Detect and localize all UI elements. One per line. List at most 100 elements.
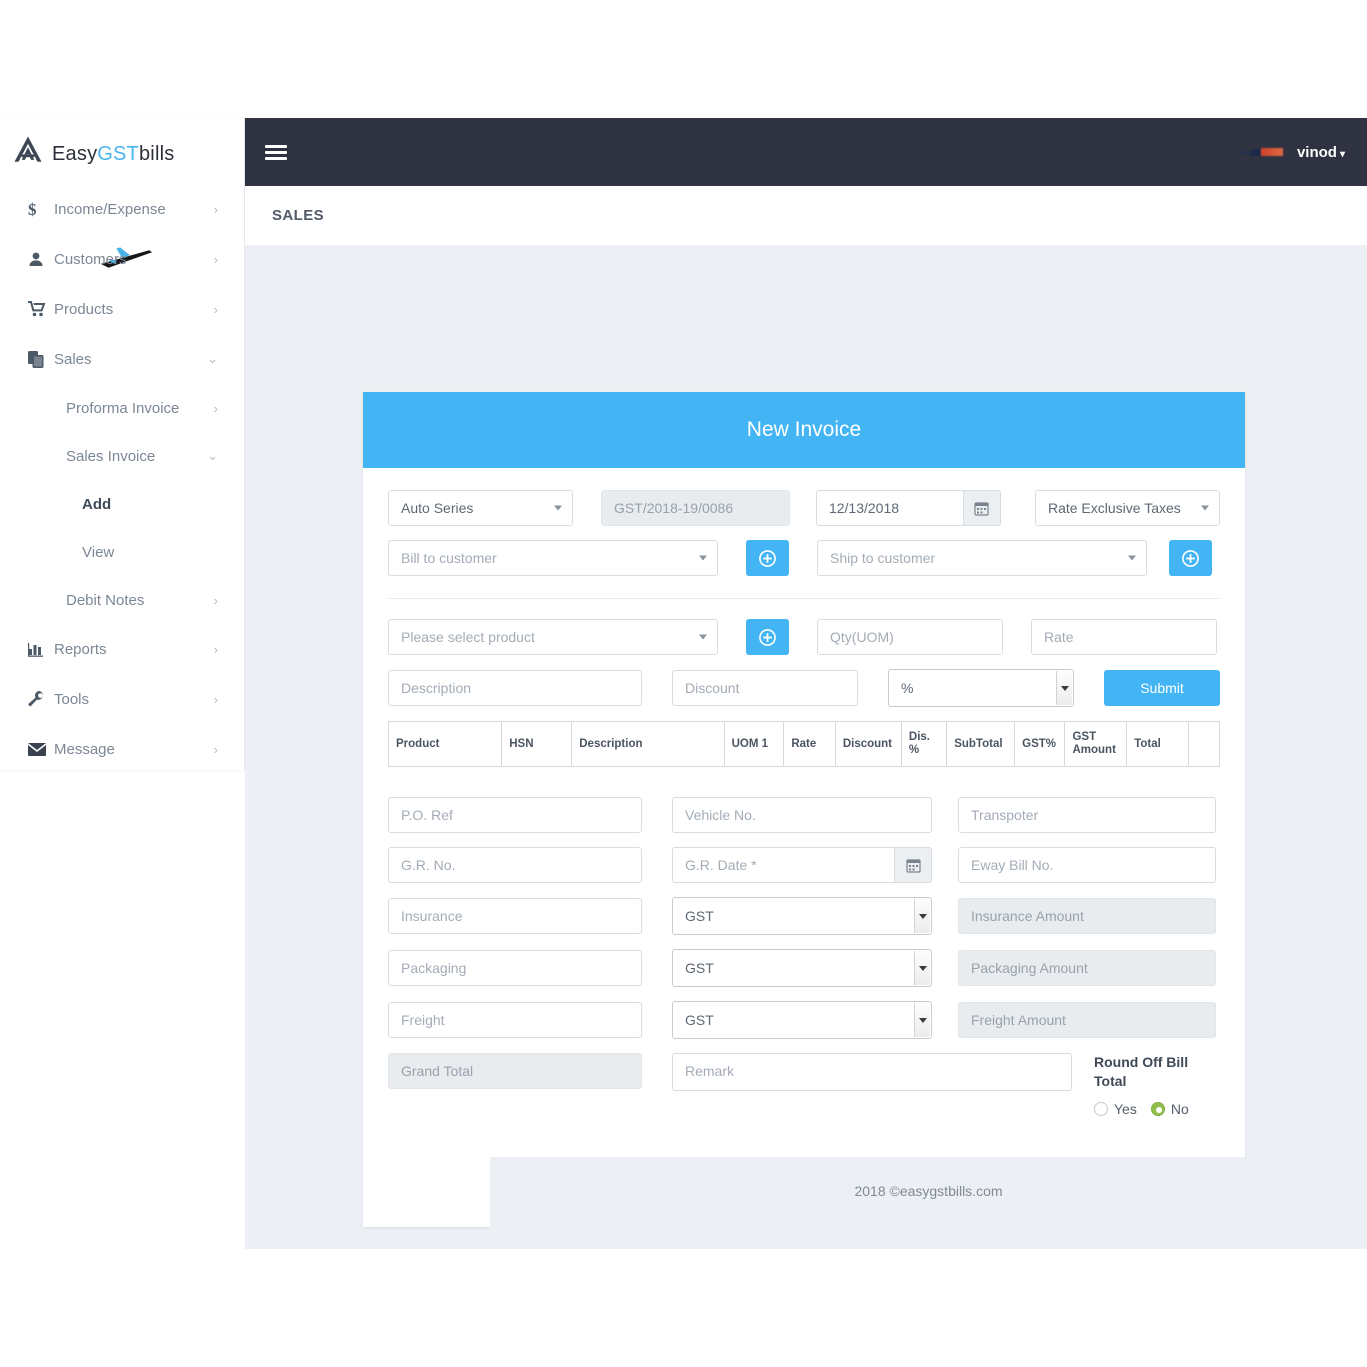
footer-text: 2018 ©easygstbills.com — [854, 1183, 1003, 1199]
line-submit-button[interactable]: Submit — [1104, 670, 1220, 706]
packaging-placeholder: Packaging — [401, 960, 467, 977]
qty-input[interactable]: Qty(UOM) — [817, 619, 1003, 655]
chevron-down-icon — [699, 555, 707, 561]
insurance-tax-select[interactable]: GST — [672, 897, 932, 936]
sidebar-label-tools: Tools — [54, 690, 90, 708]
freight-input[interactable]: Freight — [388, 1002, 642, 1039]
brand-wordmark: EasyGSTbills — [52, 143, 174, 166]
round-off-yes-radio[interactable]: Yes — [1094, 1101, 1137, 1117]
sidebar-item-view[interactable]: View — [20, 528, 244, 576]
insurance-row: Insurance GST Insurance Amount — [388, 897, 1220, 936]
round-off-group: Round Off Bill Total Yes No — [1072, 1053, 1200, 1117]
th-hsn: HSN — [501, 720, 573, 768]
gr-date-placeholder: G.R. Date * — [685, 857, 757, 874]
chevron-down-icon — [1201, 505, 1210, 511]
invoice-number-field: GST/2018-19/0086 — [601, 490, 790, 526]
remark-input[interactable]: Remark — [672, 1053, 1072, 1092]
cart-icon — [28, 301, 54, 317]
rate-input[interactable]: Rate — [1031, 619, 1217, 655]
product-select[interactable]: Please select product — [388, 619, 718, 655]
th-rate: Rate — [783, 720, 836, 768]
sidebar-label-reports: Reports — [54, 640, 107, 658]
wrench-icon — [28, 691, 54, 707]
add-ship-to-customer-button[interactable] — [1169, 540, 1212, 576]
hamburger-icon[interactable] — [265, 142, 287, 163]
add-bill-to-customer-button[interactable] — [746, 540, 789, 576]
sidebar-subnav-sales-invoice: Add View — [20, 480, 244, 576]
packaging-tax-select[interactable]: GST — [672, 949, 932, 988]
vehicle-no-input[interactable]: Vehicle No. — [672, 797, 932, 834]
transporter-input[interactable]: Transpoter — [958, 797, 1216, 834]
round-off-yes-label: Yes — [1114, 1101, 1137, 1118]
th-actions — [1188, 720, 1220, 768]
sidebar-item-debit-notes[interactable]: Debit Notes › — [20, 576, 244, 624]
round-off-no-radio[interactable]: No — [1150, 1101, 1189, 1118]
line-submit-label: Submit — [1140, 680, 1184, 696]
chevron-right-icon: › — [213, 201, 218, 217]
insurance-amount-field: Insurance Amount — [958, 898, 1216, 935]
bill-to-customer-select[interactable]: Bill to customer — [388, 540, 718, 576]
user-menu[interactable]: vinod ▾ — [1297, 144, 1345, 161]
freight-tax-value: GST — [685, 1012, 714, 1029]
chevron-down-icon — [699, 634, 707, 640]
chevron-right-icon: › — [213, 251, 218, 267]
series-select[interactable]: Auto Series — [388, 490, 574, 526]
add-product-button[interactable] — [746, 619, 789, 655]
footer: 2018 ©easygstbills.com — [490, 1157, 1367, 1249]
th-total: Total — [1126, 720, 1189, 768]
sidebar-item-sales-invoice[interactable]: Sales Invoice ⌄ — [20, 432, 244, 480]
files-icon — [28, 350, 54, 368]
remark-placeholder: Remark — [685, 1063, 735, 1080]
top-navbar: vinod ▾ — [245, 118, 1367, 186]
description-input[interactable]: Description — [388, 670, 642, 706]
gr-date-group: G.R. Date * — [672, 847, 932, 884]
sidebar-item-message[interactable]: Message › — [0, 724, 244, 774]
sidebar-label-customers: Customers — [54, 250, 127, 268]
round-off-no-label: No — [1170, 1101, 1189, 1118]
packaging-tax-value: GST — [685, 960, 714, 977]
sidebar-item-proforma-invoice[interactable]: Proforma Invoice › — [20, 384, 244, 432]
gr-date-input[interactable]: G.R. Date * — [672, 847, 895, 884]
sidebar-item-sales[interactable]: Sales ⌄ — [0, 334, 244, 384]
chevron-down-icon: ⌄ — [207, 351, 218, 366]
invoice-date-input[interactable]: 12/13/2018 — [815, 490, 964, 526]
invoice-date-picker-button[interactable] — [963, 490, 1001, 526]
triangle-a-logo-icon — [14, 136, 42, 162]
invoice-items-table: Product HSN Description UOM 1 Rate Disco… — [387, 720, 1220, 768]
chevron-down-icon — [1128, 555, 1136, 561]
brand-logo[interactable]: EasyGSTbills — [0, 118, 244, 182]
packaging-input[interactable]: Packaging — [388, 950, 642, 987]
insurance-input[interactable]: Insurance — [388, 898, 642, 935]
invoice-meta-row: Auto Series GST/2018-19/0086 12/13/2018 — [388, 490, 1221, 526]
customer-row: Bill to customer Ship to customer — [388, 540, 1220, 576]
invoice-number-value: GST/2018-19/0086 — [614, 500, 734, 516]
gr-date-picker-button[interactable] — [895, 847, 932, 884]
chevron-down-icon — [554, 505, 563, 511]
sidebar-item-income-expense[interactable]: $ Income/Expense › — [0, 184, 244, 234]
sidebar-item-add[interactable]: Add — [20, 480, 244, 528]
ship-to-customer-select[interactable]: Ship to customer — [817, 540, 1147, 576]
chevron-right-icon: › — [213, 301, 218, 317]
gr-no-input[interactable]: G.R. No. — [388, 847, 642, 884]
sidebar-item-reports[interactable]: Reports › — [0, 624, 244, 674]
product-select-placeholder: Please select product — [401, 629, 535, 645]
description-placeholder: Description — [401, 680, 472, 696]
sidebar-item-customers[interactable]: Customers › — [0, 234, 244, 284]
discount-type-select[interactable]: % — [888, 669, 1074, 707]
chevron-down-icon: ⌄ — [207, 448, 218, 463]
sidebar-label-add: Add — [82, 495, 112, 513]
freight-tax-select[interactable]: GST — [672, 1001, 932, 1040]
calendar-icon — [974, 501, 990, 516]
discount-input[interactable]: Discount — [672, 670, 858, 706]
native-select-arrow-icon — [1056, 671, 1072, 705]
po-ref-input[interactable]: P.O. Ref — [388, 797, 642, 834]
eway-bill-placeholder: Eway Bill No. — [971, 857, 1054, 874]
eway-bill-input[interactable]: Eway Bill No. — [958, 847, 1216, 884]
sidebar-item-tools[interactable]: Tools › — [0, 674, 244, 724]
chevron-right-icon: › — [213, 641, 218, 657]
section-divider — [388, 598, 1220, 599]
plus-circle-icon — [759, 549, 776, 567]
sidebar-item-products[interactable]: Products › — [0, 284, 244, 334]
freight-amount-field: Freight Amount — [958, 1002, 1216, 1039]
tax-mode-select[interactable]: Rate Exclusive Taxes — [1034, 490, 1221, 526]
